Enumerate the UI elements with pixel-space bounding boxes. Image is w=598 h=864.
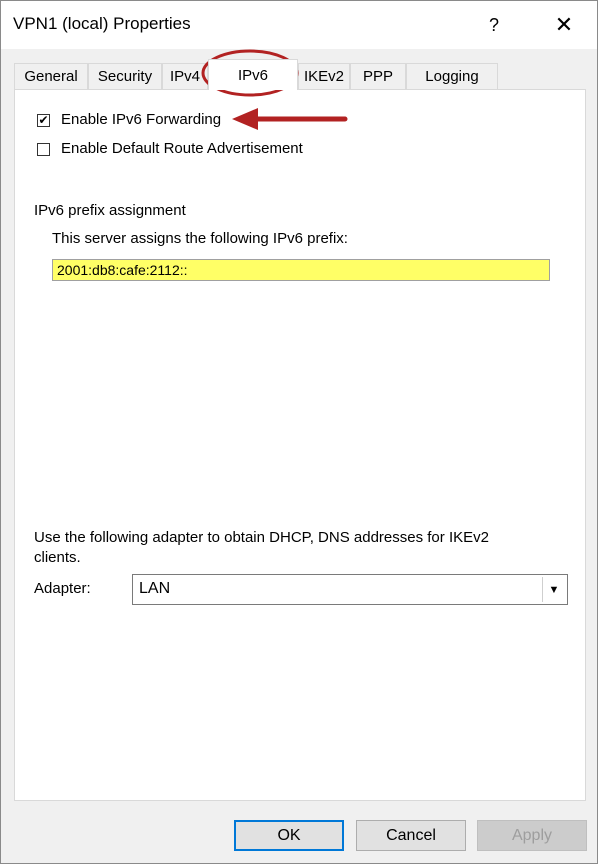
title-bar: VPN1 (local) Properties ? ✕ bbox=[1, 1, 597, 49]
adapter-select[interactable]: LAN ▼ bbox=[132, 574, 568, 605]
default-route-label[interactable]: Enable Default Route Advertisement bbox=[61, 140, 303, 157]
tab-security[interactable]: Security bbox=[88, 63, 162, 89]
cancel-button[interactable]: Cancel bbox=[356, 820, 466, 851]
ipv6-tab-panel: ✔ Enable IPv6 Forwarding Enable Default … bbox=[14, 89, 586, 801]
help-icon[interactable]: ? bbox=[471, 9, 517, 41]
tab-strip: General Security IPv4 IPv6 IKEv2 PPP Log… bbox=[14, 59, 594, 90]
enable-ipv6-forwarding-label[interactable]: Enable IPv6 Forwarding bbox=[61, 111, 221, 128]
prefix-section-title: IPv6 prefix assignment bbox=[34, 202, 186, 219]
default-route-checkbox[interactable] bbox=[37, 143, 50, 156]
adapter-selected-value: LAN bbox=[139, 580, 171, 597]
prefix-caption: This server assigns the following IPv6 p… bbox=[52, 230, 348, 247]
window-title: VPN1 (local) Properties bbox=[13, 14, 191, 33]
tab-logging[interactable]: Logging bbox=[406, 63, 498, 89]
properties-dialog: VPN1 (local) Properties ? ✕ General Secu… bbox=[0, 0, 598, 864]
adapter-note-line1: Use the following adapter to obtain DHCP… bbox=[34, 529, 489, 546]
tab-ppp[interactable]: PPP bbox=[350, 63, 406, 89]
enable-ipv6-forwarding-checkbox[interactable]: ✔ bbox=[37, 114, 50, 127]
tab-general[interactable]: General bbox=[14, 63, 88, 89]
close-icon[interactable]: ✕ bbox=[541, 9, 587, 41]
ok-button[interactable]: OK bbox=[234, 820, 344, 851]
tab-ipv6[interactable]: IPv6 bbox=[208, 59, 298, 90]
adapter-label: Adapter: bbox=[34, 580, 91, 597]
apply-button[interactable]: Apply bbox=[477, 820, 587, 851]
ipv6-prefix-input[interactable]: 2001:db8:cafe:2112:: bbox=[52, 259, 550, 281]
tab-ikev2[interactable]: IKEv2 bbox=[298, 63, 350, 89]
adapter-note-line2: clients. bbox=[34, 549, 81, 566]
dropdown-arrow-icon[interactable]: ▼ bbox=[542, 577, 565, 602]
tab-ipv4[interactable]: IPv4 bbox=[162, 63, 208, 89]
